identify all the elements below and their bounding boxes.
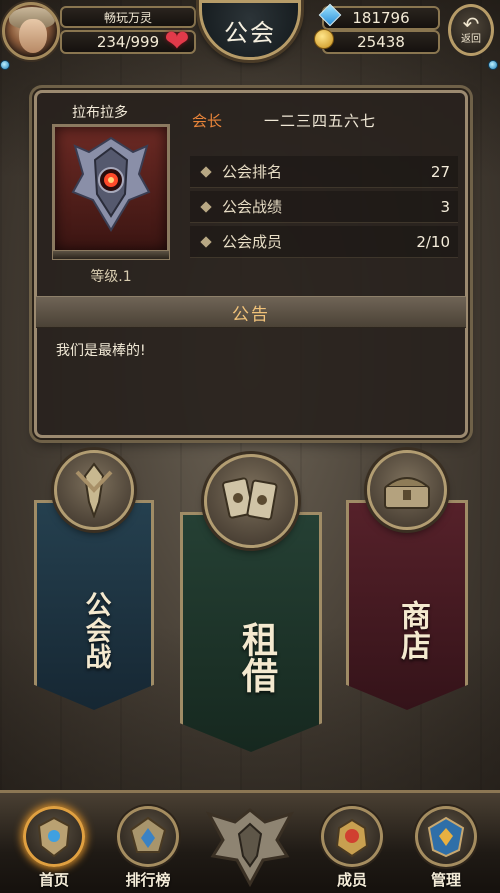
diamond-bullet-icon — [200, 235, 212, 248]
gem-stud-icon — [0, 60, 10, 70]
nav-members-label: 成员 — [336, 871, 367, 889]
leader-label: 会长 — [192, 112, 223, 130]
back-arrow-icon: ↶ — [462, 12, 480, 36]
ranking-crest-icon — [117, 806, 179, 867]
stat-value: 2/10 — [416, 232, 450, 251]
stat-row-members: 公会成员 2/10 — [190, 226, 458, 258]
stat-label: 公会战绩 — [222, 198, 283, 216]
shop-banner[interactable]: 商店 — [346, 450, 468, 710]
stat-value: 3 — [440, 197, 450, 216]
guild-level-bar — [52, 250, 170, 260]
nav-manage-label: 管理 — [430, 871, 461, 889]
nav-ranking-label: 排行榜 — [125, 871, 171, 889]
leader-name: 一二三四五六七 — [264, 112, 377, 130]
home-crest-icon — [23, 806, 85, 867]
nav-ranking[interactable]: 排行榜 — [108, 806, 188, 890]
player-avatar[interactable] — [2, 2, 60, 60]
members-crest-icon — [321, 806, 383, 867]
heart-icon[interactable]: ❤ — [160, 24, 194, 59]
nav-home[interactable]: 首页 — [14, 806, 94, 890]
coin-icon — [312, 28, 336, 50]
avatar-face — [19, 19, 47, 53]
cards-icon — [204, 454, 298, 548]
guild-level: 等级.1 — [90, 269, 132, 285]
guild-war-label: 公会战 — [81, 591, 111, 669]
nav-members[interactable]: 成员 — [312, 806, 392, 890]
nav-manage[interactable]: 管理 — [406, 806, 486, 890]
diamond-bullet-icon — [200, 200, 212, 213]
winged-crest-icon[interactable] — [205, 800, 295, 890]
guild-name: 拉布拉多 — [72, 105, 128, 121]
manage-crest-icon — [415, 806, 477, 867]
shop-label: 商店 — [395, 600, 430, 660]
nav-home-label: 首页 — [38, 871, 69, 889]
diamond-icon — [318, 3, 342, 27]
stat-label: 公会成员 — [222, 233, 283, 251]
guild-war-banner[interactable]: 公会战 — [34, 450, 154, 710]
sword-shield-icon — [54, 450, 134, 530]
stat-label: 公会排名 — [222, 163, 283, 181]
rent-banner[interactable]: 租借 — [180, 452, 322, 752]
back-button[interactable]: ↶ 返回 — [448, 4, 494, 56]
stat-value: 27 — [430, 162, 450, 181]
page-title: 公会 — [199, 0, 301, 60]
stat-row-rank: 公会排名 27 — [190, 156, 458, 188]
back-label: 返回 — [461, 34, 481, 45]
guild-emblem-icon — [71, 136, 151, 232]
rent-label: 租借 — [236, 621, 277, 693]
notice-title: 公告 — [36, 296, 466, 328]
notice-text: 我们是最棒的! — [56, 343, 146, 359]
stat-row-record: 公会战绩 3 — [190, 191, 458, 223]
diamond-bullet-icon — [200, 165, 212, 178]
gem-stud-icon — [488, 60, 498, 70]
top-bar: 畅玩万灵 234/999 ❤ 公会 181796 25438 ↶ 返回 — [0, 0, 500, 70]
gold-counter: 25438 — [322, 30, 440, 54]
treasure-chest-icon — [367, 450, 447, 530]
